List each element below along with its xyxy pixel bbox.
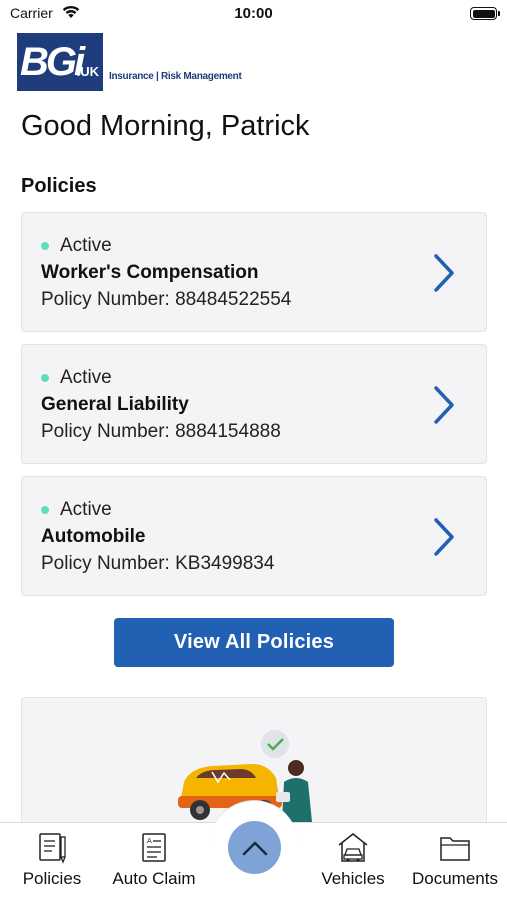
battery-icon: [470, 7, 500, 20]
chevron-right-icon[interactable]: [430, 253, 458, 293]
tab-label: Vehicles: [321, 869, 385, 888]
logo-mark: BGi .UK: [17, 33, 103, 91]
tab-documents[interactable]: Documents: [408, 831, 502, 889]
policy-name: Worker's Compensation: [41, 262, 259, 283]
logo-suffix: .UK: [76, 64, 99, 79]
policy-name: General Liability: [41, 394, 189, 415]
policy-card-workers-compensation[interactable]: Active Worker's Compensation Policy Numb…: [21, 212, 487, 332]
expand-menu-button[interactable]: [228, 821, 281, 874]
claim-form-icon: A: [142, 833, 166, 862]
document-pen-icon: [39, 833, 66, 864]
policy-status-label: Active: [60, 367, 112, 388]
policy-number: Policy Number: 88484522554: [41, 289, 292, 310]
policy-number: Policy Number: KB3499834: [41, 553, 275, 574]
chevron-up-icon: [242, 841, 267, 855]
svg-text:A: A: [147, 837, 152, 845]
tab-label: Auto Claim: [112, 869, 196, 888]
tab-policies[interactable]: Policies: [14, 831, 90, 889]
logo-text: BGi: [20, 39, 85, 84]
policy-status: Active: [41, 367, 112, 389]
clock: 10:00: [234, 5, 273, 22]
active-status-dot: [41, 374, 49, 382]
policy-card-automobile[interactable]: Active Automobile Policy Number: KB34998…: [21, 476, 487, 596]
tab-label: Documents: [412, 869, 498, 888]
policy-status: Active: [41, 499, 112, 521]
company-logo: BGi .UK Insurance | Risk Management: [17, 33, 242, 91]
tab-label: Policies: [22, 869, 82, 888]
view-all-policies-button[interactable]: View All Policies: [114, 618, 394, 667]
policy-card-general-liability[interactable]: Active General Liability Policy Number: …: [21, 344, 487, 464]
greeting-heading: Good Morning, Patrick: [21, 110, 310, 142]
chevron-right-icon[interactable]: [430, 517, 458, 557]
chevron-right-icon[interactable]: [430, 385, 458, 425]
policy-status: Active: [41, 235, 112, 257]
car-garage-icon: [338, 833, 368, 862]
folder-icon: [440, 837, 470, 861]
policies-section-title: Policies: [21, 175, 97, 197]
policy-status-label: Active: [60, 499, 112, 520]
status-bar: Carrier 10:00: [0, 0, 507, 28]
tab-auto-claim[interactable]: A Auto Claim: [108, 831, 200, 889]
policy-status-label: Active: [60, 235, 112, 256]
policy-name: Automobile: [41, 526, 146, 547]
active-status-dot: [41, 242, 49, 250]
tab-vehicles[interactable]: Vehicles: [316, 831, 390, 889]
logo-tagline: Insurance | Risk Management: [109, 71, 242, 82]
policy-number: Policy Number: 8884154888: [41, 421, 281, 442]
active-status-dot: [41, 506, 49, 514]
